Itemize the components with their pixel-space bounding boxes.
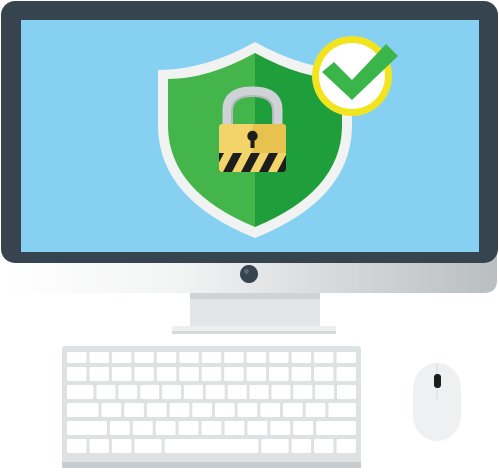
keyboard-key — [247, 421, 268, 435]
keyboard-key — [227, 385, 247, 399]
keyboard-key — [140, 385, 160, 399]
keyboard-key — [271, 385, 291, 399]
keyboard-key — [336, 367, 356, 381]
keyboard-key — [67, 352, 87, 363]
keyboard-key — [314, 439, 334, 453]
keyboard-key — [246, 352, 267, 363]
keyboard-key — [111, 367, 132, 381]
keyboard-key — [201, 421, 222, 435]
keyboard-key — [89, 352, 109, 363]
keyboard-key — [169, 403, 190, 417]
keyboard-key — [315, 385, 335, 399]
keyboard-key — [89, 367, 109, 381]
keyboard-key — [89, 439, 109, 453]
keyboard-key — [260, 403, 280, 417]
keyboard-key — [269, 352, 289, 363]
keyboard-key — [178, 421, 199, 435]
keyboard-key — [101, 403, 122, 417]
keyboard-key — [224, 367, 244, 381]
power-button-icon — [240, 265, 258, 283]
keyboard-key — [134, 367, 154, 381]
keyboard-key — [201, 352, 222, 363]
keyboard-key — [111, 352, 132, 363]
keyboard-key — [215, 403, 235, 417]
keyboard-key — [205, 385, 225, 399]
keyboard-key — [111, 439, 132, 453]
keyboard-key — [124, 403, 144, 417]
keyboard-key — [192, 403, 212, 417]
keyboard-key — [164, 439, 259, 453]
keyboard-key — [291, 367, 312, 381]
keyboard-key — [246, 367, 267, 381]
keyboard-key — [156, 367, 177, 381]
monitor-stand — [172, 293, 336, 334]
mouse-icon — [413, 363, 461, 441]
keyboard-key — [146, 403, 167, 417]
keyboard-key — [67, 439, 87, 453]
keyboard-key — [67, 385, 94, 399]
keyboard-key — [67, 367, 87, 381]
keyboard-key — [291, 352, 312, 363]
keyboard-key — [316, 421, 356, 435]
keyboard-key — [118, 385, 138, 399]
keyboard-key — [305, 403, 326, 417]
keyboard-key — [293, 385, 313, 399]
keyboard-key — [249, 385, 269, 399]
keyboard-key — [328, 403, 356, 417]
keyboard-key — [179, 352, 199, 363]
keyboard-key — [314, 352, 334, 363]
keyboard-key — [96, 385, 116, 399]
keyboard-key — [134, 439, 162, 453]
keyboard-key — [269, 367, 289, 381]
keyboard-key — [201, 367, 222, 381]
keyboard-key — [337, 385, 356, 399]
keyboard-key — [224, 352, 244, 363]
keyboard — [62, 346, 361, 468]
keyboard-key — [134, 352, 154, 363]
keyboard-key — [283, 403, 303, 417]
keyboard-key — [67, 421, 107, 435]
keyboard-key — [291, 439, 312, 453]
keyboard-key — [336, 352, 356, 363]
keyboard-key — [261, 439, 289, 453]
keyboard-key — [155, 421, 176, 435]
keyboard-key — [179, 367, 199, 381]
keyboard-key — [156, 352, 177, 363]
keyboard-key — [109, 421, 130, 435]
keyboard-key — [293, 421, 314, 435]
computer-security-illustration — [1, 1, 498, 468]
keyboard-key — [132, 421, 153, 435]
keyboard-key — [183, 385, 203, 399]
keyboard-key — [67, 403, 99, 417]
keyboard-key — [237, 403, 258, 417]
keyboard-key — [336, 439, 356, 453]
keyboard-key — [270, 421, 291, 435]
keyboard-key — [314, 367, 334, 381]
keyboard-key — [162, 385, 182, 399]
keyboard-key — [224, 421, 245, 435]
mouse-scroll-wheel — [434, 374, 441, 388]
